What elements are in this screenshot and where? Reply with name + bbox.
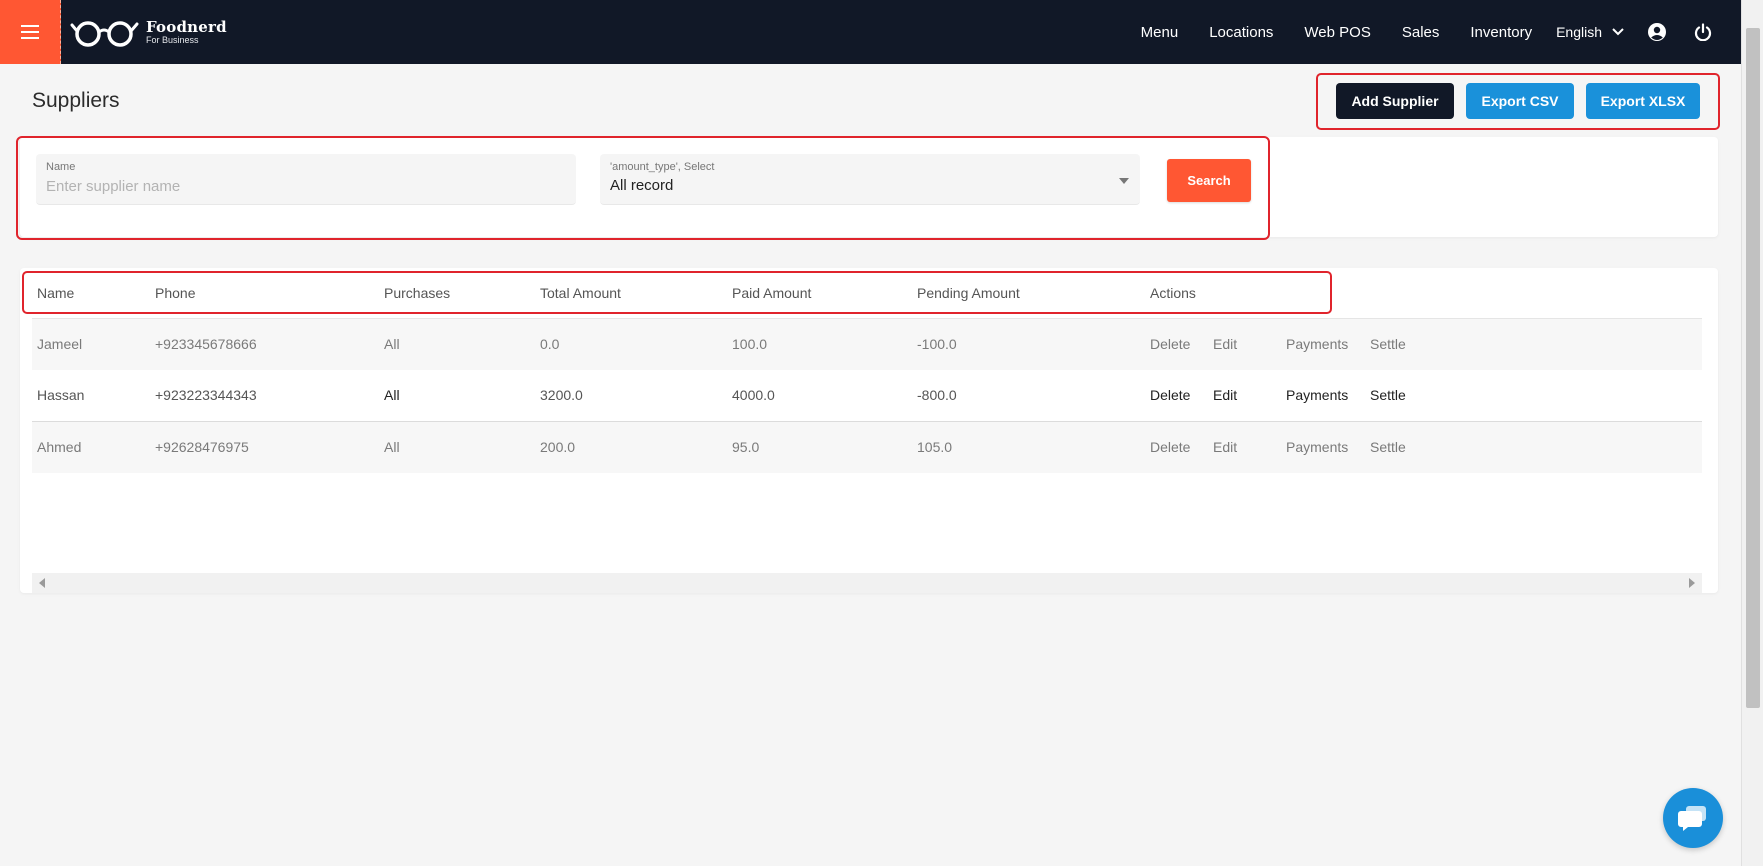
nav-link-inventory[interactable]: Inventory xyxy=(1470,24,1532,41)
table-horizontal-scrollbar[interactable] xyxy=(32,573,1702,593)
column-header-paid-amount[interactable]: Paid Amount xyxy=(732,285,811,301)
cell-total-amount: 3200.0 xyxy=(540,387,583,403)
payments-button[interactable]: Payments xyxy=(1286,387,1348,403)
cell-name: Jameel xyxy=(37,336,83,352)
edit-button[interactable]: Edit xyxy=(1213,336,1237,352)
purchases-link[interactable]: All xyxy=(384,387,400,403)
nav-link-web-pos[interactable]: Web POS xyxy=(1304,24,1370,41)
search-button[interactable]: Search xyxy=(1167,159,1251,202)
dropdown-caret-icon xyxy=(1119,178,1129,184)
cell-name: Ahmed xyxy=(37,439,82,455)
payments-button[interactable]: Payments xyxy=(1286,439,1348,455)
column-header-name[interactable]: Name xyxy=(37,285,74,301)
settle-button[interactable]: Settle xyxy=(1370,439,1406,455)
brand-tagline: For Business xyxy=(146,34,199,45)
delete-button[interactable]: Delete xyxy=(1150,387,1190,403)
triangle-left-icon xyxy=(39,578,45,588)
cell-total-amount: 0.0 xyxy=(540,336,560,352)
table-row[interactable]: Ahmed +92628476975 All 200.0 95.0 105.0 … xyxy=(32,422,1702,473)
name-field-label: Name xyxy=(46,161,76,173)
column-header-purchases[interactable]: Purchases xyxy=(384,285,450,301)
purchases-link[interactable]: All xyxy=(384,336,400,352)
cell-paid-amount: 95.0 xyxy=(732,439,760,455)
supplier-name-input[interactable] xyxy=(46,174,566,198)
hamburger-icon xyxy=(21,25,39,39)
column-header-phone[interactable]: Phone xyxy=(155,285,195,301)
chat-bubble-icon xyxy=(1678,806,1706,831)
edit-button[interactable]: Edit xyxy=(1213,387,1237,403)
purchases-link[interactable]: All xyxy=(384,439,400,455)
chevron-down-icon xyxy=(1612,28,1624,36)
scroll-right-button[interactable] xyxy=(1687,578,1697,588)
name-field[interactable]: Name xyxy=(36,154,576,205)
amount-type-value: All record xyxy=(610,177,674,194)
chat-widget-button[interactable] xyxy=(1663,788,1723,848)
export-csv-button[interactable]: Export CSV xyxy=(1466,83,1574,119)
logout-button[interactable] xyxy=(1692,21,1714,43)
power-icon xyxy=(1694,23,1712,41)
cell-paid-amount: 4000.0 xyxy=(732,387,775,403)
top-navbar: Foodnerd For Business Menu Locations Web… xyxy=(0,0,1763,64)
scroll-left-button[interactable] xyxy=(37,578,47,588)
cell-pending-amount: -800.0 xyxy=(917,387,957,403)
edit-button[interactable]: Edit xyxy=(1213,439,1237,455)
delete-button[interactable]: Delete xyxy=(1150,439,1190,455)
cell-name: Hassan xyxy=(37,387,85,403)
cell-phone: +923223344343 xyxy=(155,387,257,403)
header-actions-highlight: Add Supplier Export CSV Export XLSX xyxy=(1316,73,1720,130)
nav-link-sales[interactable]: Sales xyxy=(1402,24,1440,41)
cell-paid-amount: 100.0 xyxy=(732,336,768,352)
amount-type-label: 'amount_type', Select xyxy=(610,161,715,173)
table-header-highlight xyxy=(22,271,1332,314)
language-selector[interactable]: English xyxy=(1556,24,1624,40)
nav-link-locations[interactable]: Locations xyxy=(1209,24,1273,41)
page-title: Suppliers xyxy=(32,89,120,112)
column-header-pending-amount[interactable]: Pending Amount xyxy=(917,285,1020,301)
export-xlsx-button[interactable]: Export XLSX xyxy=(1586,83,1700,119)
cell-pending-amount: 105.0 xyxy=(917,439,953,455)
nav-links: Menu Locations Web POS Sales Inventory E… xyxy=(1141,0,1763,64)
column-header-total-amount[interactable]: Total Amount xyxy=(540,285,621,301)
account-button[interactable] xyxy=(1646,21,1668,43)
brand-logo[interactable]: Foodnerd For Business xyxy=(70,16,227,48)
delete-button[interactable]: Delete xyxy=(1150,336,1190,352)
triangle-right-icon xyxy=(1689,578,1695,588)
column-header-actions: Actions xyxy=(1150,285,1196,301)
cell-phone: +923345678666 xyxy=(155,336,257,352)
page-scrollbar-thumb[interactable] xyxy=(1746,28,1760,708)
amount-type-select[interactable]: 'amount_type', Select All record xyxy=(600,154,1140,205)
table-row[interactable]: Hassan +923223344343 All 3200.0 4000.0 -… xyxy=(32,370,1702,421)
cell-total-amount: 200.0 xyxy=(540,439,576,455)
settle-button[interactable]: Settle xyxy=(1370,387,1406,403)
account-circle-icon xyxy=(1648,23,1666,41)
glasses-icon xyxy=(70,21,139,47)
settle-button[interactable]: Settle xyxy=(1370,336,1406,352)
language-label: English xyxy=(1556,24,1602,40)
nav-link-menu[interactable]: Menu xyxy=(1141,24,1179,41)
brand-name: Foodnerd xyxy=(146,17,227,36)
payments-button[interactable]: Payments xyxy=(1286,336,1348,352)
page-scrollbar[interactable] xyxy=(1741,0,1763,866)
table-row[interactable]: Jameel +923345678666 All 0.0 100.0 -100.… xyxy=(32,319,1702,370)
cell-pending-amount: -100.0 xyxy=(917,336,957,352)
add-supplier-button[interactable]: Add Supplier xyxy=(1336,83,1454,119)
cell-phone: +92628476975 xyxy=(155,439,249,455)
menu-toggle-button[interactable] xyxy=(0,0,61,64)
